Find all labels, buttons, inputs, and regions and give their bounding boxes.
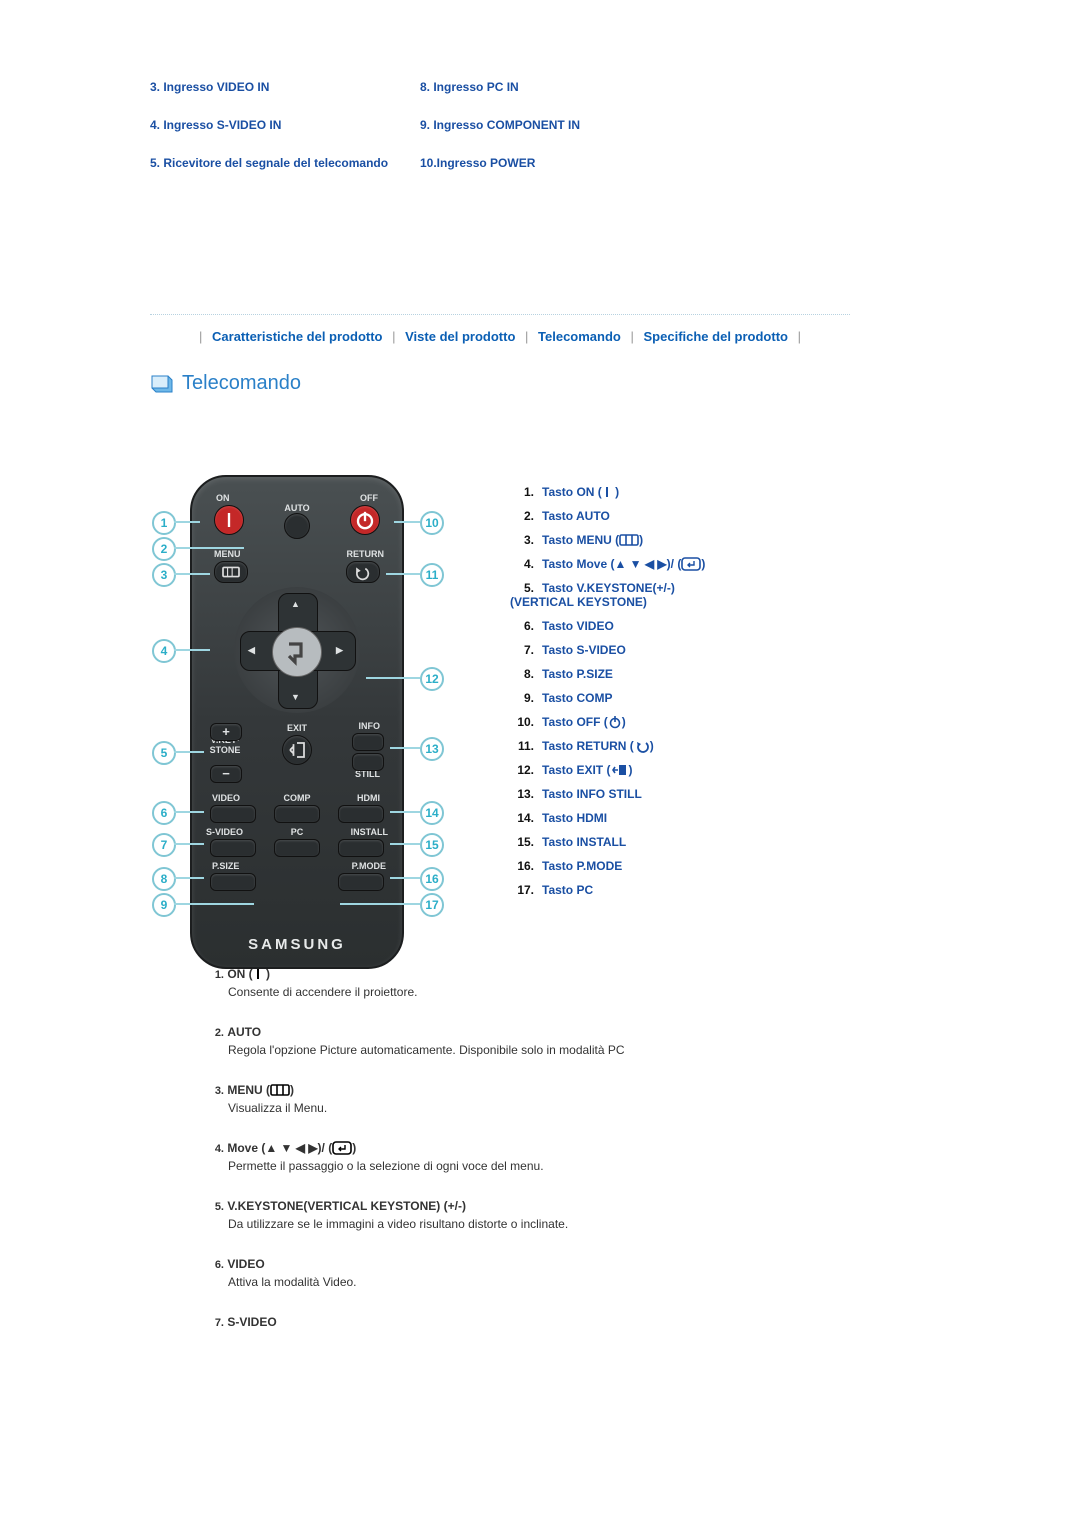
- remote-key-list: 1.Tasto ON ( ) 2.Tasto AUTO 3.Tasto MENU (…: [510, 485, 705, 897]
- list-item[interactable]: 16.Tasto P.MODE: [510, 859, 705, 873]
- description-item: 5. V.KEYSTONE(VERTICAL KEYSTONE) (+/-)Da…: [210, 1199, 970, 1231]
- list-item[interactable]: 7.Tasto S-VIDEO: [510, 643, 705, 657]
- input-item: 4. Ingresso S-VIDEO IN: [150, 118, 420, 132]
- description-item: 4. Move (▲ ▼ ◀ ▶)/ ()Permette il passagg…: [210, 1141, 970, 1173]
- input-item: 3. Ingresso VIDEO IN: [150, 80, 420, 94]
- divider: [150, 314, 850, 315]
- list-item[interactable]: 6.Tasto VIDEO: [510, 619, 705, 633]
- list-item[interactable]: 14.Tasto HDMI: [510, 811, 705, 825]
- breadcrumb: | Caratteristiche del prodotto | Viste d…: [150, 329, 850, 344]
- list-item[interactable]: 17.Tasto PC: [510, 883, 705, 897]
- list-item[interactable]: 12.Tasto EXIT (): [510, 763, 705, 777]
- list-item[interactable]: 13.Tasto INFO STILL: [510, 787, 705, 801]
- input-item: 5. Ricevitore del segnale del telecomand…: [150, 156, 420, 170]
- samsung-logo: SAMSUNG: [192, 936, 402, 953]
- descriptions: 1. ON ( )Consente di accendere il proiet…: [150, 967, 970, 1329]
- remote-diagram: ON OFF AUTO MENU RETURN: [150, 475, 490, 907]
- list-item[interactable]: 10.Tasto OFF (): [510, 715, 705, 729]
- list-item[interactable]: 5.Tasto V.KEYSTONE(+/-) (VERTICAL KEYSTO…: [510, 581, 705, 609]
- list-item[interactable]: 4.Tasto Move (▲ ▼ ◀ ▶)/ (): [510, 557, 705, 571]
- list-item[interactable]: 3.Tasto MENU (): [510, 533, 705, 547]
- description-item: 1. ON ( )Consente di accendere il proiet…: [210, 967, 970, 999]
- list-item[interactable]: 15.Tasto INSTALL: [510, 835, 705, 849]
- nav-caratteristiche[interactable]: Caratteristiche del prodotto: [212, 329, 382, 344]
- description-item: 7. S-VIDEO: [210, 1315, 970, 1329]
- nav-specifiche[interactable]: Specifiche del prodotto: [644, 329, 788, 344]
- list-item[interactable]: 1.Tasto ON ( ): [510, 485, 705, 499]
- input-item: 10.Ingresso POWER: [420, 156, 970, 170]
- nav-viste[interactable]: Viste del prodotto: [405, 329, 515, 344]
- list-item[interactable]: 2.Tasto AUTO: [510, 509, 705, 523]
- section-icon: [150, 374, 174, 394]
- description-item: 2. AUTORegola l'opzione Picture automati…: [210, 1025, 970, 1057]
- page-title: Telecomando: [182, 372, 301, 395]
- input-item: 9. Ingresso COMPONENT IN: [420, 118, 970, 132]
- list-item[interactable]: 9.Tasto COMP: [510, 691, 705, 705]
- input-item: 8. Ingresso PC IN: [420, 80, 970, 94]
- nav-telecomando[interactable]: Telecomando: [538, 329, 621, 344]
- list-item[interactable]: 11.Tasto RETURN (): [510, 739, 705, 753]
- input-list: 3. Ingresso VIDEO IN 4. Ingresso S-VIDEO…: [150, 80, 970, 194]
- description-item: 3. MENU ()Visualizza il Menu.: [210, 1083, 970, 1115]
- description-item: 6. VIDEOAttiva la modalità Video.: [210, 1257, 970, 1289]
- list-item[interactable]: 8.Tasto P.SIZE: [510, 667, 705, 681]
